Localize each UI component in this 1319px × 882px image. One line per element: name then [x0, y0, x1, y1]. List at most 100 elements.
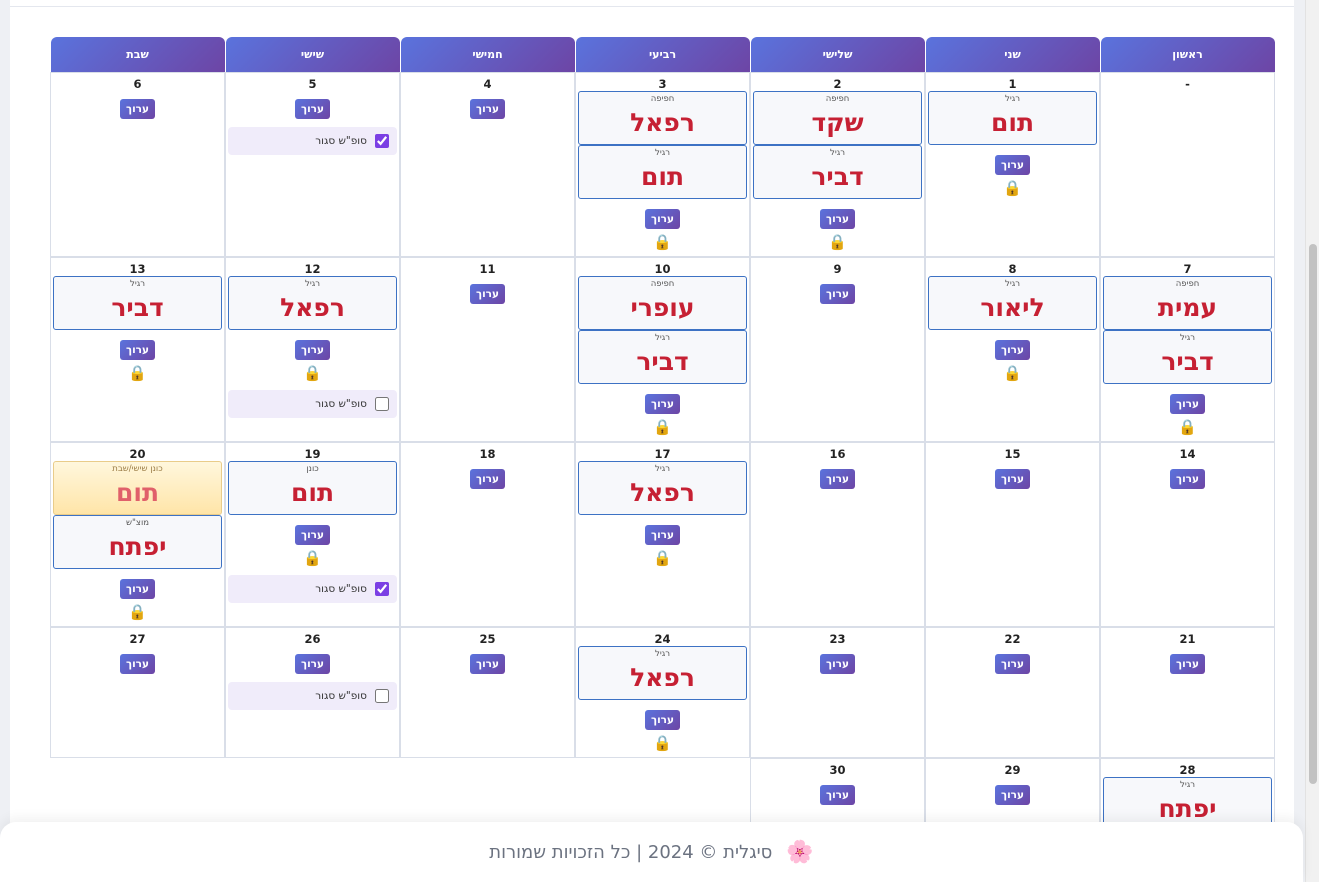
weekend-closed-checkbox[interactable]: [375, 689, 389, 703]
day-cell: 19 כונן תום ערוך 🔒 סופ"ש סגור: [225, 442, 400, 627]
weekday-tuesday: שלישי: [750, 37, 925, 72]
footer: 🌸 סיגלית © 2024 | כל הזכויות שמורות: [0, 822, 1303, 882]
shift-card: כונן תום: [228, 461, 397, 515]
edit-day-button[interactable]: ערוך: [995, 654, 1030, 674]
day-number: -: [1185, 77, 1190, 91]
weekend-closed-toggle[interactable]: סופ"ש סגור: [228, 682, 397, 710]
day-cell: -: [1100, 72, 1275, 257]
edit-day-button[interactable]: ערוך: [820, 469, 855, 489]
edit-day-button[interactable]: ערוך: [820, 209, 855, 229]
day-number: 18: [479, 447, 496, 461]
day-cell: 9 ערוך: [750, 257, 925, 442]
shift-person-name: ליאור: [980, 293, 1045, 322]
weekday-saturday: שבת: [50, 37, 225, 72]
weekend-closed-label: סופ"ש סגור: [315, 690, 367, 702]
weekend-closed-label: סופ"ש סגור: [315, 135, 367, 147]
edit-day-button[interactable]: ערוך: [1170, 394, 1205, 414]
day-cell: 4 ערוך: [400, 72, 575, 257]
shift-card: רגיל דביר: [753, 145, 922, 199]
day-number: 15: [1004, 447, 1021, 461]
weekend-closed-checkbox[interactable]: [375, 582, 389, 596]
shift-person-name: דביר: [1161, 347, 1214, 376]
edit-day-button[interactable]: ערוך: [820, 284, 855, 304]
shift-card: רגיל דביר: [53, 276, 222, 330]
edit-day-button[interactable]: ערוך: [470, 469, 505, 489]
edit-day-button[interactable]: ערוך: [295, 654, 330, 674]
shift-card: רגיל רפאל: [578, 461, 747, 515]
edit-day-button[interactable]: ערוך: [470, 654, 505, 674]
lock-icon: 🔒: [1003, 179, 1022, 197]
shift-person-name: רפאל: [280, 293, 345, 322]
edit-day-button[interactable]: ערוך: [820, 785, 855, 805]
shift-person-name: עמית: [1157, 293, 1218, 322]
edit-day-button[interactable]: ערוך: [120, 579, 155, 599]
shift-type: רגיל: [304, 279, 321, 289]
edit-day-button[interactable]: ערוך: [645, 525, 680, 545]
lock-icon: 🔒: [653, 734, 672, 752]
shift-type: רגיל: [1179, 780, 1196, 790]
edit-day-button[interactable]: ערוך: [995, 340, 1030, 360]
edit-day-button[interactable]: ערוך: [645, 710, 680, 730]
edit-day-button[interactable]: ערוך: [995, 785, 1030, 805]
weekday-thursday: חמישי: [400, 37, 575, 72]
shift-person-name: יפתח: [1158, 794, 1217, 823]
weekend-closed-checkbox[interactable]: [375, 397, 389, 411]
weekend-closed-checkbox[interactable]: [375, 134, 389, 148]
edit-day-button[interactable]: ערוך: [295, 99, 330, 119]
day-number: 27: [129, 632, 146, 646]
shift-person-name: תום: [290, 478, 335, 507]
shift-type: רגיל: [654, 464, 671, 474]
edit-day-button[interactable]: ערוך: [645, 394, 680, 414]
edit-day-button[interactable]: ערוך: [120, 654, 155, 674]
shift-card: חפיפה שקד: [753, 91, 922, 145]
weekend-closed-toggle[interactable]: סופ"ש סגור: [228, 390, 397, 418]
shift-card: כונן שישי/שבת תום: [53, 461, 222, 515]
edit-day-button[interactable]: ערוך: [820, 654, 855, 674]
day-number: 23: [829, 632, 846, 646]
shift-type: רגיל: [654, 649, 671, 659]
day-cell: 7 חפיפה עמית רגיל דביר ערוך 🔒: [1100, 257, 1275, 442]
vertical-scrollbar[interactable]: [1305, 0, 1319, 882]
edit-day-button[interactable]: ערוך: [645, 209, 680, 229]
day-cell: 1 רגיל תום ערוך 🔒: [925, 72, 1100, 257]
day-cell: 25 ערוך: [400, 627, 575, 758]
shift-type: כונן שישי/שבת: [112, 464, 163, 474]
edit-day-button[interactable]: ערוך: [120, 340, 155, 360]
shift-person-name: שקד: [811, 108, 864, 137]
shift-person-name: רפאל: [630, 478, 695, 507]
edit-day-button[interactable]: ערוך: [470, 99, 505, 119]
edit-day-button[interactable]: ערוך: [120, 99, 155, 119]
scrollbar-thumb[interactable]: [1309, 244, 1317, 784]
edit-day-button[interactable]: ערוך: [1170, 654, 1205, 674]
weekday-friday: שישי: [225, 37, 400, 72]
lock-icon: 🔒: [1178, 418, 1197, 436]
weekend-closed-toggle[interactable]: סופ"ש סגור: [228, 575, 397, 603]
calendar-week: 28 רגיל יפתח 29 ערוך 30 ערוך: [50, 758, 1275, 835]
lock-icon: 🔒: [653, 233, 672, 251]
lock-icon: 🔒: [1003, 364, 1022, 382]
edit-day-button[interactable]: ערוך: [295, 525, 330, 545]
edit-day-button[interactable]: ערוך: [995, 155, 1030, 175]
edit-day-button[interactable]: ערוך: [470, 284, 505, 304]
shift-person-name: רפאל: [630, 663, 695, 692]
shift-type: מוצ"ש: [125, 518, 150, 528]
day-number: 5: [308, 77, 317, 91]
day-cell: 20 כונן שישי/שבת תום מוצ"ש יפתח ערוך 🔒: [50, 442, 225, 627]
lock-icon: 🔒: [303, 549, 322, 567]
calendar-week: 14 ערוך 15 ערוך 16 ערוך 17 רגיל רפאל ערוך 🔒 18 ערוך 1…: [50, 442, 1275, 627]
day-cell: 2 חפיפה שקד רגיל דביר ערוך 🔒: [750, 72, 925, 257]
weekend-closed-toggle[interactable]: סופ"ש סגור: [228, 127, 397, 155]
edit-day-button[interactable]: ערוך: [1170, 469, 1205, 489]
lock-icon: 🔒: [828, 233, 847, 251]
day-cell: 16 ערוך: [750, 442, 925, 627]
shift-person-name: דביר: [636, 347, 689, 376]
day-number: 21: [1179, 632, 1196, 646]
edit-day-button[interactable]: ערוך: [295, 340, 330, 360]
edit-day-button[interactable]: ערוך: [995, 469, 1030, 489]
day-number: 14: [1179, 447, 1196, 461]
day-cell: 3 חפיפה רפאל רגיל תום ערוך 🔒: [575, 72, 750, 257]
shift-type: חפיפה: [650, 279, 675, 289]
shift-type: רגיל: [129, 279, 146, 289]
day-cell: 21 ערוך: [1100, 627, 1275, 758]
shift-type: כונן: [306, 464, 319, 474]
